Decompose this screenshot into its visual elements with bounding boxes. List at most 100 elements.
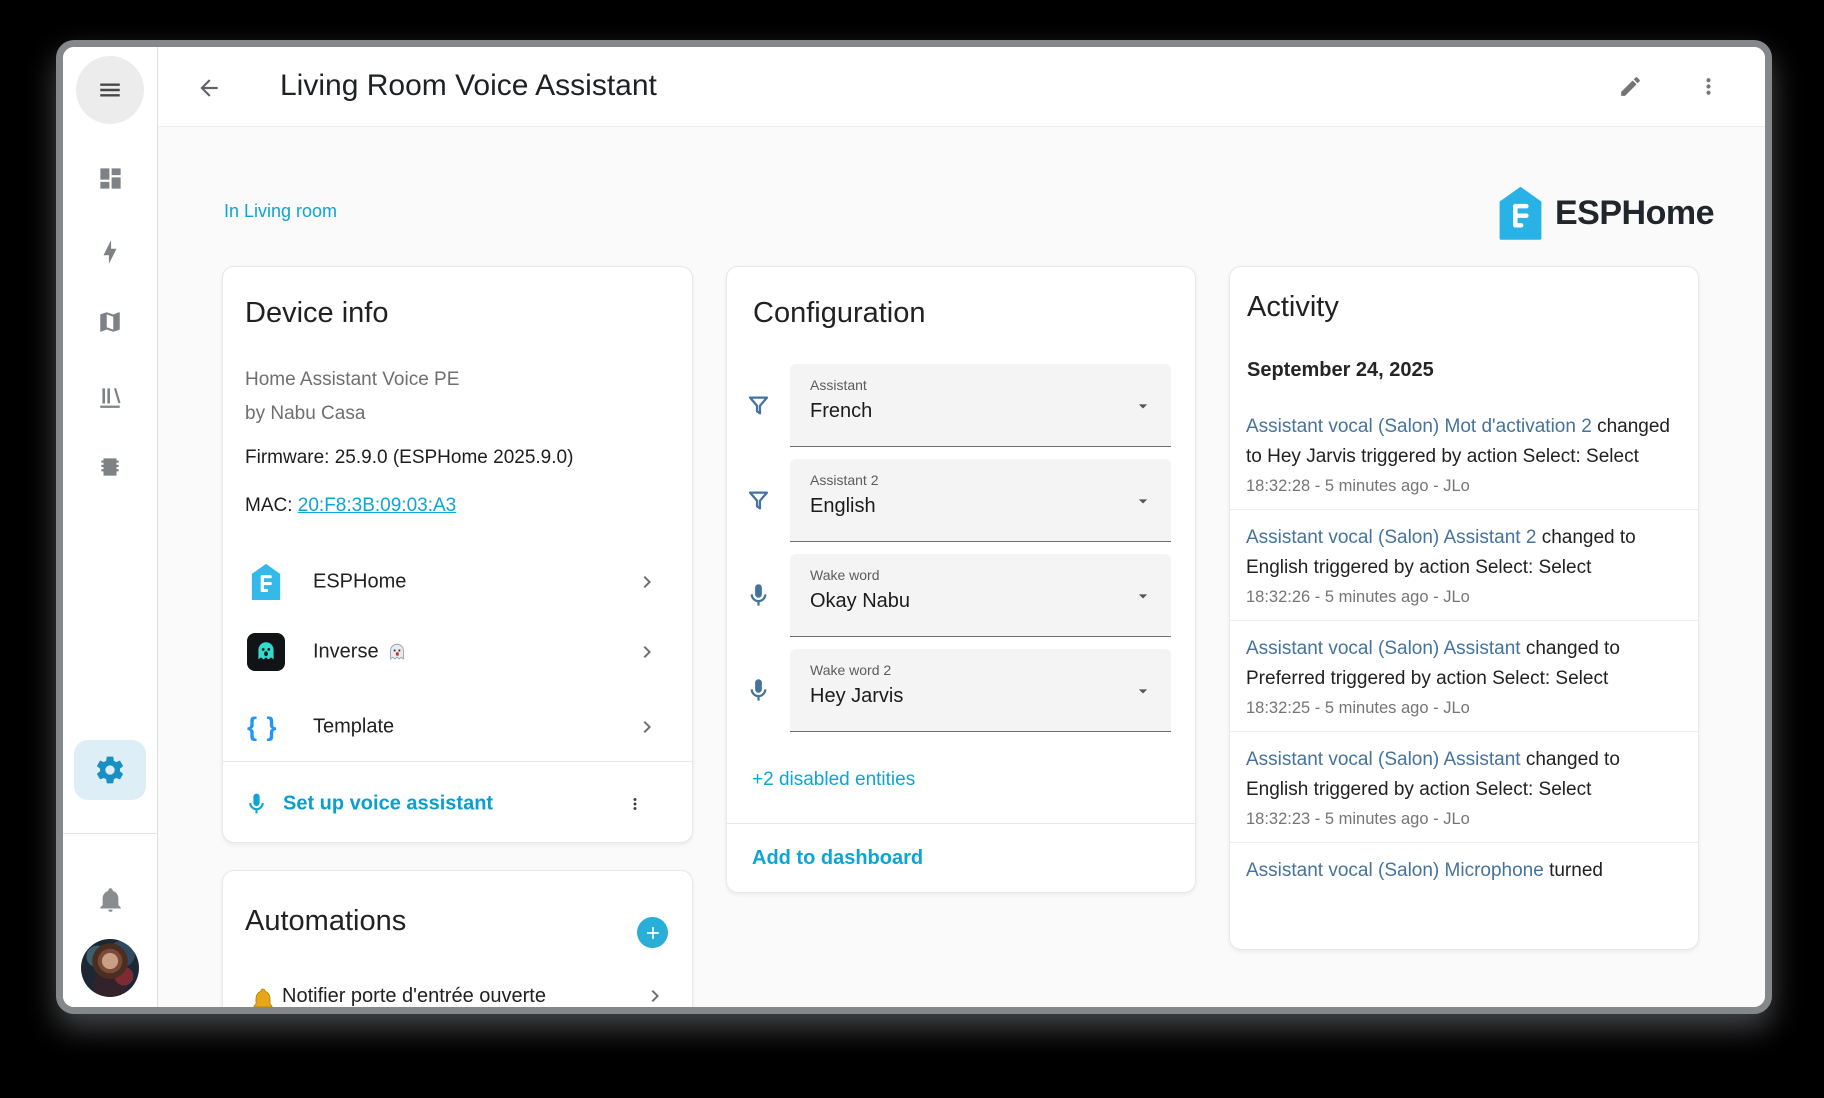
device-model: Home Assistant Voice PE [245,363,459,396]
sidebar [63,47,158,1007]
hamburger-icon [97,77,123,103]
esphome-logo-icon [1496,187,1545,240]
pencil-icon [1618,74,1643,99]
microphone-icon [745,582,772,609]
device-link-label: Inverse [313,641,408,664]
add-automation-button[interactable] [637,917,668,948]
user-avatar[interactable] [81,939,139,997]
entity-link[interactable]: Assistant vocal (Salon) Microphone [1246,860,1544,881]
automation-item[interactable]: Notifier porte d'entrée ouverte [223,979,692,1007]
automation-label: Notifier porte d'entrée ouverte [282,985,546,1007]
chevron-right-icon [635,640,659,664]
kebab-icon [1696,74,1721,99]
caret-down-icon [1133,396,1153,416]
entity-link[interactable]: Assistant vocal (Salon) Assistant [1246,638,1521,659]
logbook-entry: Assistant vocal (Salon) Assistant 2 chan… [1230,510,1698,621]
app-window: Living Room Voice Assistant In Living ro… [56,40,1772,1014]
lightning-bolt-icon [97,239,123,265]
sidebar-item-energy[interactable] [95,237,125,267]
entry-timestamp: 18:32:28 - 5 minutes ago - JLo [1246,475,1682,497]
field-value: Okay Nabu [810,590,910,613]
device-manufacturer: by Nabu Casa [245,397,365,430]
kebab-icon [623,792,647,816]
device-actions: Set up voice assistant [223,773,692,835]
device-link-label: ESPHome [313,571,406,594]
activity-card: Activity September 24, 2025 Assistant vo… [1229,266,1699,950]
inverse-label: Inverse [313,641,379,664]
esphome-brand: ESPHome [1496,187,1714,240]
map-icon [97,309,123,335]
entity-link[interactable]: Assistant vocal (Salon) Assistant 2 [1246,527,1536,548]
sidebar-divider [63,833,157,834]
field-label: Wake word 2 [810,662,891,678]
configuration-title: Configuration [753,297,926,330]
card-divider [727,823,1195,824]
brand-name: ESPHome [1555,194,1714,233]
area-link[interactable]: In Living room [224,201,337,222]
chevron-right-icon [635,570,659,594]
activity-list: Assistant vocal (Salon) Mot d'activation… [1230,399,1698,898]
main-content: In Living room ESPHome Device info Home … [158,127,1765,1007]
ghost-emoji-icon [386,641,408,663]
entry-timestamp: 18:32:25 - 5 minutes ago - JLo [1246,697,1682,719]
sidebar-item-notifications[interactable] [95,884,125,914]
desktop-background: Living Room Voice Assistant In Living ro… [0,0,1824,1098]
gear-icon [94,754,126,786]
caret-down-icon [1133,681,1153,701]
entity-link[interactable]: Assistant vocal (Salon) Assistant [1246,749,1521,770]
entity-link[interactable]: Assistant vocal (Salon) Mot d'activation… [1246,416,1592,437]
sidebar-item-map[interactable] [95,307,125,337]
overflow-menu-button[interactable] [1696,74,1722,100]
chevron-right-icon [635,715,659,739]
device-info-card: Device info Home Assistant Voice PE by N… [222,266,693,843]
device-link-template[interactable]: { } Template [223,692,692,762]
menu-button[interactable] [76,56,144,124]
setup-voice-assistant-button[interactable]: Set up voice assistant [244,792,493,817]
microphone-icon [745,677,772,704]
mac-address-link[interactable]: 20:F8:3B:09:03:A3 [298,495,456,516]
esphome-app-icon [247,563,285,601]
bell-icon [97,886,124,913]
arrow-left-icon [196,75,222,101]
chevron-right-icon [643,984,667,1007]
wake-word-2-select[interactable]: Wake word 2 Hey Jarvis [790,649,1171,732]
device-link-inverse[interactable]: Inverse [223,617,692,687]
sidebar-item-logbook[interactable] [95,382,125,412]
sidebar-item-dashboard[interactable] [95,163,125,193]
sidebar-item-devices[interactable] [95,452,125,482]
field-value: English [810,495,876,518]
field-label: Wake word [810,567,880,583]
logbook-entry: Assistant vocal (Salon) Microphone turne… [1230,843,1698,898]
mac-label: MAC: [245,495,298,516]
device-link-label: Template [313,716,394,739]
device-info-title: Device info [245,297,388,330]
assistant-2-select[interactable]: Assistant 2 English [790,459,1171,542]
ghost-app-icon [247,633,285,671]
device-link-esphome[interactable]: ESPHome [223,547,692,617]
bookshelf-icon [97,384,123,410]
app-header: Living Room Voice Assistant [158,47,1765,127]
disabled-entities-link[interactable]: +2 disabled entities [752,769,915,791]
assistant-select[interactable]: Assistant French [790,364,1171,447]
add-to-dashboard-link[interactable]: Add to dashboard [752,847,923,870]
card-divider [223,761,692,762]
braces-icon: { } [247,712,278,743]
caret-down-icon [1133,586,1153,606]
logbook-entry: Assistant vocal (Salon) Assistant change… [1230,621,1698,732]
bell-emoji-icon [251,987,275,1007]
back-button[interactable] [196,75,222,101]
wake-word-select[interactable]: Wake word Okay Nabu [790,554,1171,637]
sidebar-item-settings[interactable] [74,740,146,800]
entry-timestamp: 18:32:23 - 5 minutes ago - JLo [1246,808,1682,830]
entry-text: turned [1544,860,1603,881]
activity-title: Activity [1247,291,1339,324]
automations-card: Automations Notifier porte d'entrée ouve… [222,870,693,1007]
device-actions-menu-button[interactable] [623,792,647,816]
edit-button[interactable] [1618,74,1644,100]
page-title: Living Room Voice Assistant [280,69,657,103]
activity-date: September 24, 2025 [1247,359,1434,382]
filter-icon [745,487,772,514]
device-mac: MAC: 20:F8:3B:09:03:A3 [245,495,456,517]
field-label: Assistant [810,377,867,393]
dashboard-icon [97,165,124,192]
